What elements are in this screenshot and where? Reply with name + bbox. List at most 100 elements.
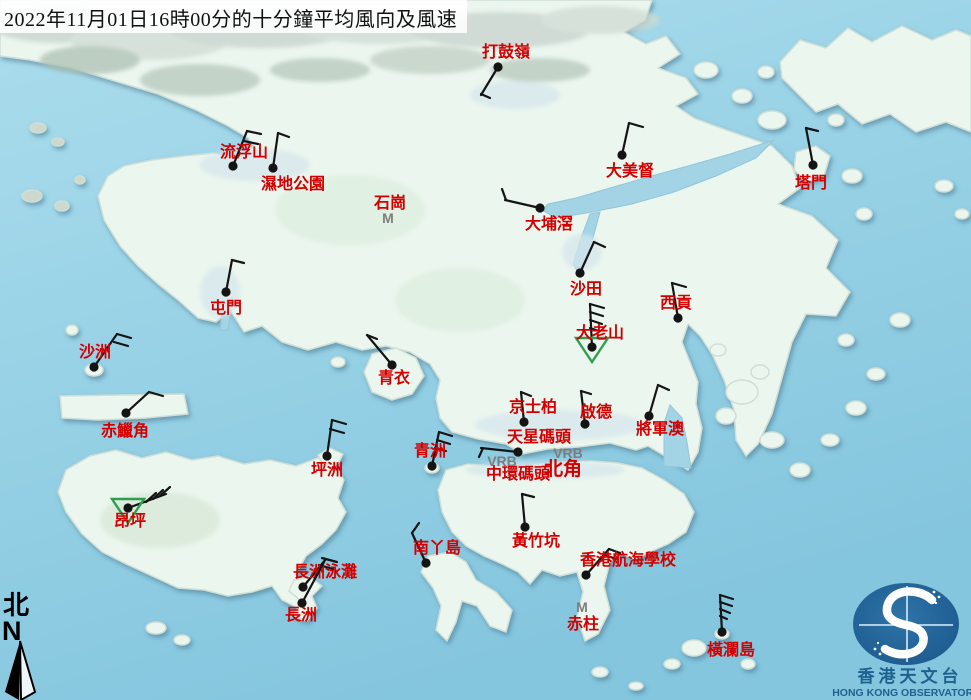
station-label: 橫瀾島 — [707, 640, 755, 659]
station-label: 沙洲 — [79, 343, 111, 361]
islet — [867, 368, 885, 380]
islet — [842, 169, 862, 183]
islet — [741, 659, 755, 669]
station-dot — [427, 461, 436, 470]
map-title: 2022年11月01日16時00分的十分鐘平均風向及風速 — [4, 9, 457, 31]
station-label: 坪洲 — [311, 461, 343, 479]
islet — [758, 111, 786, 129]
station-dot — [221, 287, 230, 296]
station-label: 長洲 — [285, 606, 317, 624]
station-label: 香港航海學校 — [579, 550, 677, 569]
station-dot — [268, 163, 277, 172]
station-label: 長洲泳灘 — [293, 562, 357, 581]
station-label: 京士柏 — [509, 397, 557, 416]
hko-name-en: HONG KONG OBSERVATORY — [832, 687, 971, 699]
station-label: 打鼓嶺 — [482, 42, 530, 61]
station-label: 赤鱲角 — [101, 421, 149, 440]
station-dot — [644, 411, 653, 420]
north-letter-label: N — [2, 616, 22, 646]
texture-patch — [395, 268, 525, 332]
islet — [55, 201, 69, 211]
station-label: 北角 — [544, 457, 582, 480]
islet — [331, 357, 345, 367]
station-label: 天星碼頭 — [507, 428, 572, 446]
station-dot — [421, 558, 430, 567]
station-label: 黃竹坑 — [511, 531, 560, 550]
station-label: 南丫島 — [413, 538, 461, 557]
station-label: 沙田 — [570, 280, 602, 298]
islet — [22, 190, 42, 202]
texture-patch — [270, 58, 370, 82]
station-dot — [123, 503, 132, 512]
station-label: 將軍澳 — [636, 419, 685, 438]
station-north-point: 北角 — [544, 457, 582, 480]
islet — [629, 682, 643, 690]
islet — [52, 138, 64, 146]
islet — [694, 62, 718, 78]
islet — [955, 209, 969, 219]
station-label: 塔門 — [795, 173, 827, 192]
station-label: 流浮山 — [220, 142, 268, 161]
islet — [760, 432, 784, 448]
station-dot — [519, 417, 528, 426]
texture-patch — [140, 64, 260, 96]
islet — [592, 667, 608, 677]
islet — [682, 640, 706, 656]
station-label: 大埔滘 — [525, 214, 573, 233]
islet — [890, 313, 910, 327]
station-dot — [493, 62, 502, 71]
station-dot — [387, 360, 396, 369]
islet — [758, 66, 774, 78]
islet — [838, 334, 854, 346]
station-dot — [121, 408, 130, 417]
islet — [828, 114, 844, 126]
station-dot — [575, 268, 584, 277]
texture-patch — [370, 46, 490, 74]
station-label: 大美督 — [606, 161, 654, 180]
islet — [30, 123, 46, 133]
texture-patch — [490, 58, 590, 82]
station-dot — [617, 150, 626, 159]
texture-patch — [562, 234, 602, 270]
station-dot — [322, 451, 331, 460]
station-label: 西貢 — [660, 294, 692, 312]
islet — [751, 365, 769, 379]
station-label: 屯門 — [210, 298, 242, 317]
islet — [66, 325, 78, 335]
station-dot — [298, 582, 307, 591]
station-dot — [581, 570, 590, 579]
station-label: 青衣 — [378, 368, 410, 387]
station-dot — [520, 522, 529, 531]
station-dot — [535, 203, 544, 212]
station-dot — [808, 160, 817, 169]
data-annotation: M — [576, 599, 588, 615]
islet — [790, 463, 810, 477]
station-label: 昂坪 — [114, 512, 146, 530]
texture-patch — [40, 46, 140, 74]
station-dot — [717, 627, 726, 636]
islet — [716, 408, 736, 424]
islet — [75, 176, 85, 184]
map-canvas: 打鼓嶺流浮山濕地公園石崗M大美督塔門大埔滘沙田西貢大老山屯門沙洲赤鱲角坪洲昂坪青… — [0, 0, 971, 700]
station-label: 赤柱 — [567, 614, 599, 633]
texture-patch — [540, 6, 660, 34]
station-dot — [673, 313, 682, 322]
islet — [821, 434, 839, 446]
station-dot — [587, 342, 596, 351]
wind-map-svg: 打鼓嶺流浮山濕地公園石崗M大美督塔門大埔滘沙田西貢大老山屯門沙洲赤鱲角坪洲昂坪青… — [0, 0, 971, 700]
title-bar: 2022年11月01日16時00分的十分鐘平均風向及風速 — [0, 0, 467, 33]
islet — [846, 401, 866, 415]
islet — [856, 208, 872, 220]
station-dot — [89, 362, 98, 371]
islet — [664, 659, 680, 669]
station-label: 濕地公園 — [261, 174, 325, 193]
hko-name-zh: 香港天文台 — [858, 666, 963, 686]
islet — [732, 89, 752, 103]
islet — [146, 622, 166, 634]
station-label: 大老山 — [576, 323, 624, 342]
station-label: 青洲 — [414, 441, 446, 460]
station-label: 啟德 — [580, 402, 612, 421]
data-annotation: VRB — [487, 453, 517, 469]
station-dot — [228, 161, 237, 170]
islet — [726, 380, 758, 404]
